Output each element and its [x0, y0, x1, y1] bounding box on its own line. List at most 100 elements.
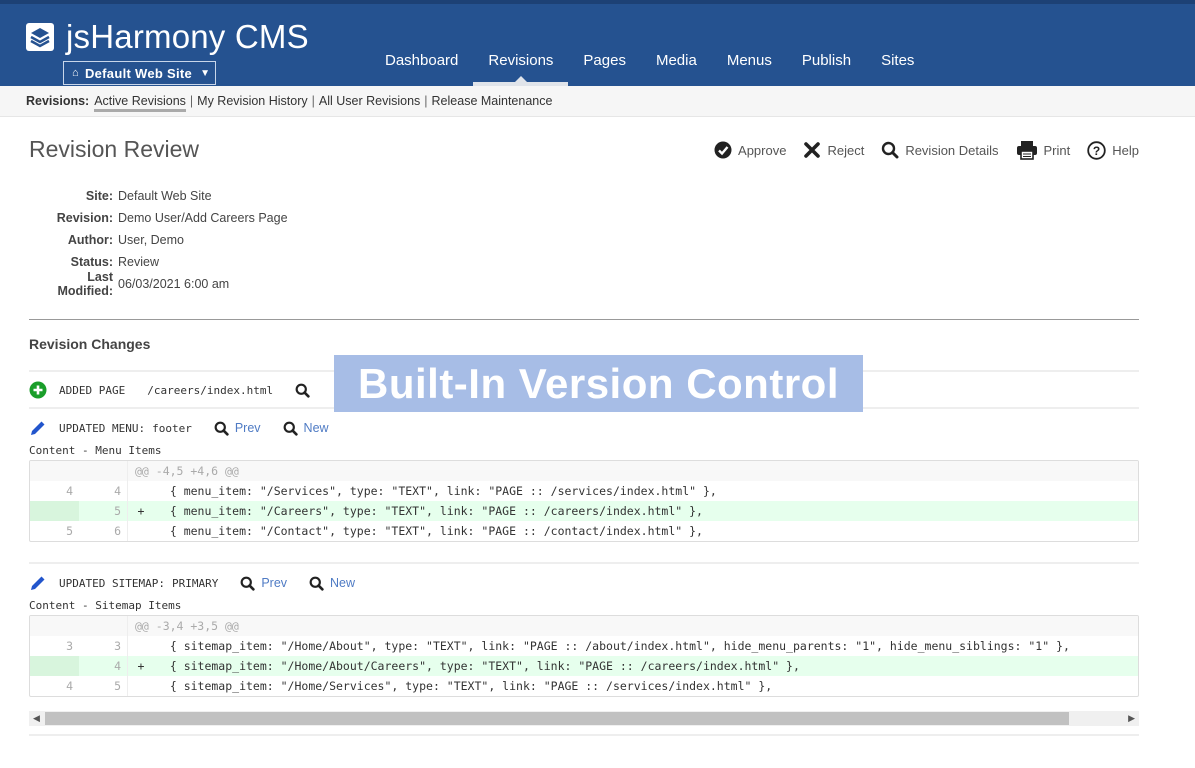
- scroll-left-arrow-icon[interactable]: ◀: [33, 713, 40, 724]
- layers-logo-icon: [26, 23, 54, 51]
- new-line-number: 3: [79, 636, 128, 656]
- nav-publish[interactable]: Publish: [787, 44, 866, 78]
- diff-code: { sitemap_item: "/Home/About", type: "TE…: [156, 639, 1070, 653]
- nav-sites[interactable]: Sites: [866, 44, 929, 78]
- menu-new-button[interactable]: New: [283, 421, 329, 436]
- subnav-release-maintenance[interactable]: Release Maintenance: [432, 94, 553, 108]
- old-line-number: [30, 656, 79, 676]
- plus-circle-icon: [29, 381, 47, 399]
- help-circle-icon: ?: [1087, 140, 1106, 160]
- nav-media[interactable]: Media: [641, 44, 712, 78]
- diff-line-added: 4 + { sitemap_item: "/Home/About/Careers…: [30, 656, 1138, 676]
- row-divider: [29, 562, 1139, 564]
- scroll-right-arrow-icon[interactable]: ▶: [1128, 713, 1135, 724]
- help-button[interactable]: ? Help: [1087, 140, 1139, 160]
- main-nav: Dashboard Revisions Pages Media Menus Pu…: [370, 44, 929, 86]
- nav-revisions[interactable]: Revisions: [473, 44, 569, 86]
- x-icon: [803, 141, 821, 159]
- page-title: Revision Review: [29, 136, 200, 162]
- subnav-label: Revisions:: [26, 94, 90, 108]
- diff-marker: +: [137, 659, 145, 673]
- new-line-number: 4: [79, 656, 128, 676]
- pencil-icon: [29, 574, 47, 592]
- menu-diff: @@ -4,5 +4,6 @@ 4 4 { menu_item: "/Servi…: [29, 460, 1139, 542]
- subnav-my-revision-history[interactable]: My Revision History: [197, 94, 307, 108]
- old-line-number: 4: [66, 679, 73, 693]
- pencil-icon: [29, 419, 47, 437]
- diff-line: 5 6 { menu_item: "/Contact", type: "TEXT…: [30, 521, 1138, 541]
- new-line-number: 5: [79, 501, 128, 521]
- prev-label: Prev: [261, 576, 288, 590]
- approve-button[interactable]: Approve: [714, 141, 786, 159]
- old-line-number: [30, 501, 79, 521]
- reject-button[interactable]: Reject: [803, 141, 864, 159]
- info-key: Revision:: [56, 211, 113, 225]
- info-value: Demo User/Add Careers Page: [118, 211, 288, 225]
- diff-marker: +: [137, 504, 145, 518]
- hunk-text: @@ -4,5 +4,6 @@: [135, 464, 239, 478]
- subnav-active-revisions[interactable]: Active Revisions: [94, 94, 186, 112]
- diff-code: { menu_item: "/Services", type: "TEXT", …: [156, 484, 717, 498]
- change-updated-sitemap: UPDATED SITEMAP: PRIMARY Prev New: [29, 574, 355, 592]
- info-value: 06/03/2021 6:00 am: [118, 277, 230, 291]
- diff-marker: [128, 521, 146, 541]
- revision-changes-title: Revision Changes: [29, 336, 151, 352]
- nav-menus[interactable]: Menus: [712, 44, 787, 78]
- info-value: Default Web Site: [118, 189, 212, 203]
- new-label: New: [330, 576, 356, 590]
- nav-dashboard[interactable]: Dashboard: [370, 44, 473, 78]
- bottom-divider: [29, 734, 1139, 736]
- hunk-text: @@ -3,4 +3,5 @@: [135, 619, 239, 633]
- menu-prev-button[interactable]: Prev: [214, 421, 261, 436]
- old-line-number: 3: [66, 639, 73, 653]
- info-site: Site: Default Web Site: [29, 185, 288, 207]
- diff-marker: [128, 636, 146, 656]
- diff-line-added: 5 + { menu_item: "/Careers", type: "TEXT…: [30, 501, 1138, 521]
- site-selector-dropdown[interactable]: ⌂ Default Web Site ▼: [63, 61, 216, 85]
- subnav-separator: |: [189, 94, 194, 108]
- sitemap-new-button[interactable]: New: [309, 576, 355, 591]
- diff-code: { sitemap_item: "/Home/Services", type: …: [156, 679, 773, 693]
- diff-hunk-header: @@ -4,5 +4,6 @@: [30, 461, 1138, 481]
- approve-label: Approve: [738, 142, 787, 158]
- revisions-subnav: Revisions: Active Revisions | My Revisio…: [0, 86, 1195, 117]
- horizontal-scrollbar[interactable]: ◀ ▶: [29, 711, 1139, 726]
- search-icon: [295, 383, 310, 398]
- nav-pages[interactable]: Pages: [568, 44, 641, 78]
- revision-details-button[interactable]: Revision Details: [881, 141, 999, 159]
- info-value: User, Demo: [118, 233, 184, 247]
- revision-info: Site: Default Web Site Revision: Demo Us…: [29, 185, 288, 298]
- site-selector-value: Default Web Site: [84, 65, 193, 81]
- action-toolbar: Approve Reject Revision Details Print ? …: [697, 140, 1139, 160]
- diff-line: 4 4 { menu_item: "/Services", type: "TEX…: [30, 481, 1138, 501]
- search-icon: [881, 141, 899, 159]
- caret-down-icon: ▼: [200, 67, 211, 79]
- view-added-page-button[interactable]: [295, 383, 316, 398]
- old-line-number: 4: [66, 484, 73, 498]
- sitemap-prev-button[interactable]: Prev: [240, 576, 287, 591]
- new-label: New: [303, 421, 329, 435]
- diff-code: { menu_item: "/Careers", type: "TEXT", l…: [156, 504, 703, 518]
- subnav-all-user-revisions[interactable]: All User Revisions: [319, 94, 420, 108]
- promo-overlay-banner: Built-In Version Control: [334, 355, 863, 412]
- updated-sitemap-label: UPDATED SITEMAP:: [59, 576, 165, 590]
- prev-label: Prev: [234, 421, 261, 435]
- subnav-separator: |: [424, 94, 428, 108]
- app-logo[interactable]: jsHarmony CMS: [26, 18, 309, 56]
- old-line-number: 5: [66, 524, 73, 538]
- revision-details-label: Revision Details: [905, 142, 999, 158]
- new-line-number: 4: [79, 481, 128, 501]
- section-divider: [29, 319, 1139, 320]
- print-button[interactable]: Print: [1016, 140, 1070, 160]
- subnav-separator: |: [311, 94, 315, 108]
- diff-code: { menu_item: "/Contact", type: "TEXT", l…: [156, 524, 703, 538]
- info-key: Site:: [85, 189, 113, 203]
- app-title: jsHarmony CMS: [66, 18, 309, 55]
- scrollbar-thumb[interactable]: [45, 712, 1069, 725]
- updated-sitemap-name: PRIMARY: [171, 576, 219, 590]
- info-key: Last Modified:: [57, 270, 113, 298]
- diff-code: { sitemap_item: "/Home/About/Careers", t…: [156, 659, 800, 673]
- check-circle-icon: [714, 141, 732, 159]
- change-updated-menu: UPDATED MENU: footer Prev New: [29, 419, 329, 437]
- home-icon: ⌂: [72, 67, 79, 79]
